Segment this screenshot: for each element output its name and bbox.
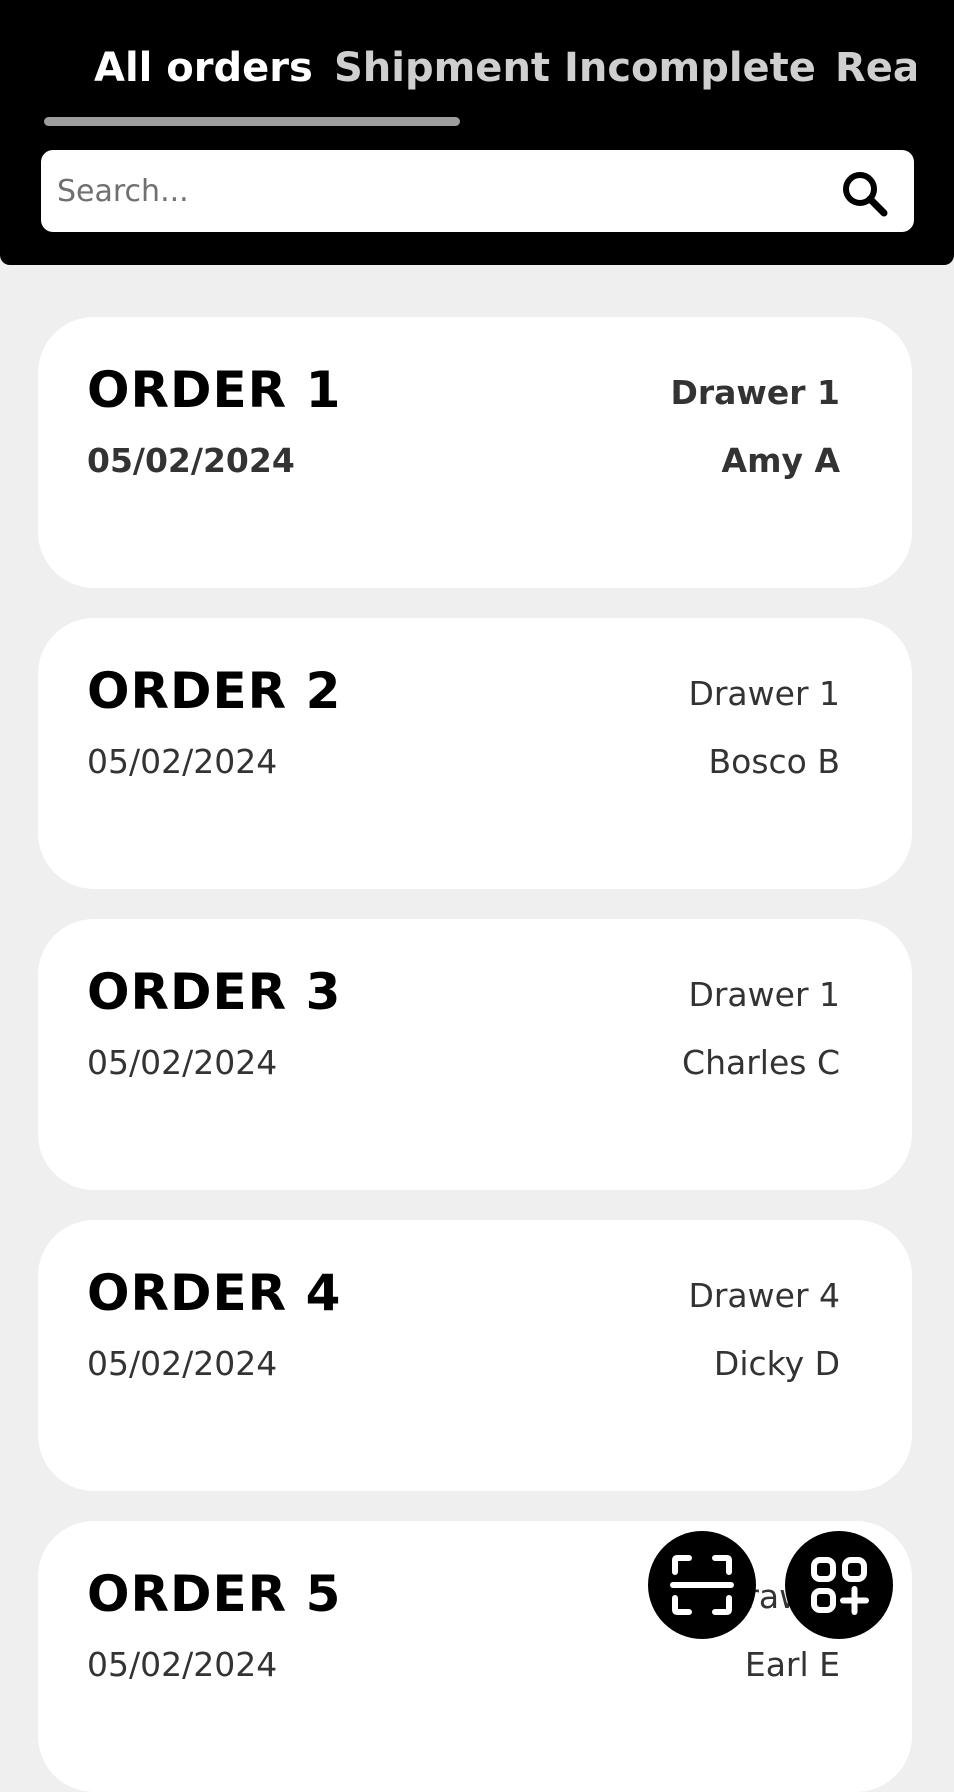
order-drawer: Drawer 4 — [688, 1276, 840, 1315]
order-title: ORDER 2 — [87, 662, 342, 720]
order-drawer: Drawer 1 — [688, 975, 840, 1014]
order-date: 05/02/2024 — [87, 1645, 278, 1684]
order-card[interactable]: ORDER 3 05/02/2024 Drawer 1 Charles C — [38, 919, 912, 1190]
order-card[interactable]: ORDER 4 05/02/2024 Drawer 4 Dicky D — [38, 1220, 912, 1491]
order-customer-name: Bosco B — [708, 742, 840, 781]
order-drawer: Drawer 1 — [670, 373, 840, 412]
order-date: 05/02/2024 — [87, 441, 295, 480]
order-card[interactable]: ORDER 5 05/02/2024 Drawer Earl E — [38, 1521, 912, 1792]
order-date: 05/02/2024 — [87, 742, 278, 781]
order-card[interactable]: ORDER 1 05/02/2024 Drawer 1 Amy A — [38, 317, 912, 588]
order-customer-name: Amy A — [721, 441, 840, 480]
order-title: ORDER 1 — [87, 361, 342, 419]
order-title: ORDER 3 — [87, 963, 342, 1021]
search-input[interactable] — [57, 150, 837, 232]
tab-all-orders[interactable]: All orders — [94, 40, 313, 96]
top-header: All orders Shipment Incomplete Ready — [0, 0, 954, 265]
order-card[interactable]: ORDER 2 05/02/2024 Drawer 1 Bosco B — [38, 618, 912, 889]
tab-ready[interactable]: Ready — [835, 40, 916, 96]
search-bar — [41, 150, 914, 232]
tab-shipment-incomplete[interactable]: Shipment Incomplete — [334, 40, 816, 96]
qr-add-icon — [811, 1557, 869, 1615]
order-date: 05/02/2024 — [87, 1043, 278, 1082]
tab-indicator — [44, 117, 460, 126]
order-customer-name: Dicky D — [713, 1344, 840, 1383]
scan-button[interactable] — [648, 1531, 756, 1639]
add-order-button[interactable] — [785, 1531, 893, 1639]
search-icon[interactable] — [838, 167, 892, 221]
order-title: ORDER 5 — [87, 1565, 342, 1623]
order-title: ORDER 4 — [87, 1264, 342, 1322]
order-customer-name: Earl E — [744, 1645, 840, 1684]
order-customer-name: Charles C — [682, 1043, 840, 1082]
order-drawer: Drawer 1 — [688, 674, 840, 713]
tab-bar: All orders Shipment Incomplete Ready — [0, 0, 916, 120]
order-date: 05/02/2024 — [87, 1344, 278, 1383]
scan-icon — [670, 1555, 734, 1615]
